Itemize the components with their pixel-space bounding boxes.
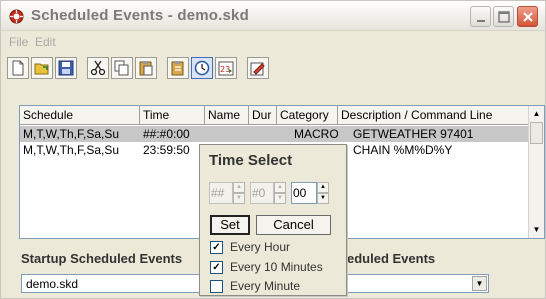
title-bar[interactable]: Scheduled Events - demo.skd: [1, 1, 545, 31]
checkbox-checked-icon[interactable]: ✓: [210, 241, 223, 254]
scroll-thumb[interactable]: [530, 122, 543, 144]
seconds-up-icon[interactable]: ▲: [317, 182, 329, 193]
open-button[interactable]: [31, 57, 53, 79]
close-button[interactable]: [517, 6, 538, 27]
vertical-scrollbar[interactable]: ▲ ▼: [528, 106, 544, 238]
toolbar: 23: [1, 54, 545, 86]
time-select-button[interactable]: [191, 57, 213, 79]
hours-up-icon[interactable]: ▲: [233, 182, 245, 193]
set-button[interactable]: Set: [210, 215, 250, 235]
column-header-name[interactable]: Name: [205, 106, 249, 125]
app-window: Scheduled Events - demo.skd File Edit 23…: [0, 0, 546, 299]
startup-file-field[interactable]: demo.skd: [21, 274, 201, 293]
cell-time: ##:#0:00: [143, 127, 190, 141]
paste-special-button[interactable]: [167, 57, 189, 79]
hours-value[interactable]: ##: [209, 182, 233, 204]
column-header-dur[interactable]: Dur: [249, 106, 277, 125]
table-row[interactable]: M,T,W,Th,F,Sa,Su ##:#0:00 MACRO GETWEATH…: [20, 126, 529, 142]
cell-time: 23:59:50: [143, 143, 190, 157]
every-10-minutes-label: Every 10 Minutes: [230, 260, 323, 274]
chevron-down-icon[interactable]: ▼: [472, 276, 487, 291]
app-logo-icon: [9, 9, 24, 24]
seconds-stepper[interactable]: 00 ▲ ▼: [291, 182, 331, 204]
every-hour-label: Every Hour: [230, 240, 291, 254]
cell-schedule: M,T,W,Th,F,Sa,Su: [23, 143, 120, 157]
table-header: Schedule Time Name Dur Category Descript…: [20, 106, 529, 125]
minutes-value[interactable]: #0: [250, 182, 274, 204]
cut-button[interactable]: [87, 57, 109, 79]
column-header-time[interactable]: Time: [140, 106, 205, 125]
time-select-dialog: Time Select ## ▲ ▼ #0 ▲ ▼ 00 ▲ ▼ Set Can…: [199, 144, 347, 296]
cancel-button[interactable]: Cancel: [256, 215, 331, 235]
cell-category: MACRO: [294, 127, 338, 141]
minutes-down-icon[interactable]: ▼: [274, 193, 286, 204]
startup-label-right: eduled Events: [347, 251, 436, 266]
column-header-schedule[interactable]: Schedule: [20, 106, 140, 125]
scroll-down-icon[interactable]: ▼: [529, 222, 544, 237]
calendar-button[interactable]: 23: [215, 57, 237, 79]
new-button[interactable]: [7, 57, 29, 79]
minutes-up-icon[interactable]: ▲: [274, 182, 286, 193]
cell-schedule: M,T,W,Th,F,Sa,Su: [23, 127, 120, 141]
cell-description: GETWEATHER 97401: [353, 127, 474, 141]
every-minute-label: Every Minute: [230, 279, 301, 293]
column-header-description[interactable]: Description / Command Line: [338, 106, 529, 125]
menu-file[interactable]: File: [9, 35, 28, 49]
startup-label: Startup Scheduled Events: [21, 251, 183, 266]
dialog-title: Time Select: [209, 152, 293, 169]
seconds-value[interactable]: 00: [291, 182, 317, 204]
menu-edit[interactable]: Edit: [35, 35, 56, 49]
startup-events-combo[interactable]: ▼: [347, 274, 489, 293]
window-title: Scheduled Events - demo.skd: [31, 7, 249, 24]
checkbox-checked-icon[interactable]: ✓: [210, 261, 223, 274]
menu-bar: File Edit: [1, 32, 545, 52]
cell-description: CHAIN %M%D%Y: [353, 143, 453, 157]
column-header-category[interactable]: Category: [277, 106, 338, 125]
hours-stepper[interactable]: ## ▲ ▼: [209, 182, 247, 204]
paste-button[interactable]: [135, 57, 157, 79]
minutes-stepper[interactable]: #0 ▲ ▼: [250, 182, 288, 204]
hours-down-icon[interactable]: ▼: [233, 193, 245, 204]
save-button[interactable]: [55, 57, 77, 79]
edit-event-button[interactable]: [247, 57, 269, 79]
copy-button[interactable]: [111, 57, 133, 79]
checkbox-unchecked-icon[interactable]: [210, 280, 223, 293]
svg-text:23: 23: [220, 65, 230, 74]
minimize-button[interactable]: [470, 6, 491, 27]
scroll-up-icon[interactable]: ▲: [529, 106, 544, 121]
seconds-down-icon[interactable]: ▼: [317, 193, 329, 204]
maximize-button[interactable]: [493, 6, 514, 27]
